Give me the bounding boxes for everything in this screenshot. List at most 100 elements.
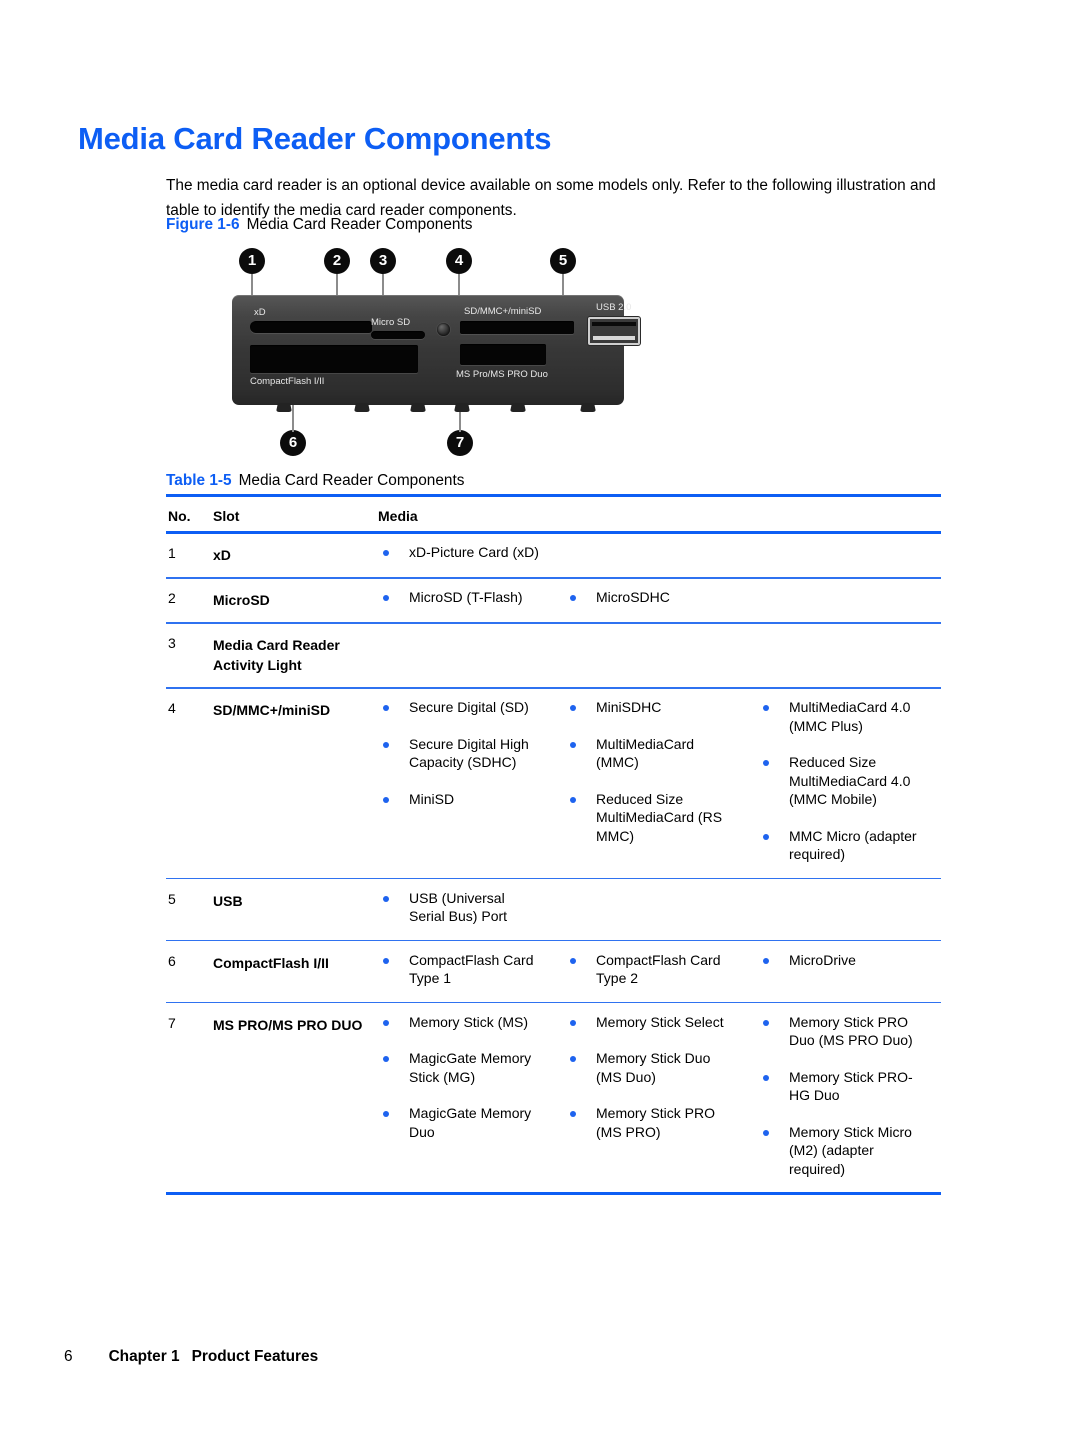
bullet-icon (383, 550, 389, 556)
table-cell-no: 1 (168, 545, 176, 561)
table-media-column: MicroSDHC (565, 588, 730, 625)
table-cell-slot: Media Card Reader Activity Light (213, 637, 340, 673)
table-cell-slot: SD/MMC+/miniSD (213, 702, 331, 718)
table-media-item-label: Reduced Size MultiMediaCard (RS MMC) (596, 790, 723, 844)
table-media-item-label: Memory Stick Duo (MS Duo) (596, 1050, 711, 1085)
bullet-icon (570, 595, 576, 601)
footer-page-number: 6 (64, 1348, 73, 1365)
table-media-item-label: Memory Stick (MS) (409, 1013, 528, 1030)
table-media-item-label: USB (Universal Serial Bus) Port (409, 889, 508, 925)
table-media-column: MicroSD (T-Flash) (378, 588, 543, 625)
card-reader-device: xD Micro SD SD/MMC+/miniSD USB 2.0 Compa… (232, 295, 640, 412)
table-header-rule (166, 531, 941, 534)
table-media-item-label: Reduced Size MultiMediaCard 4.0 (MMC Mob… (789, 754, 911, 807)
table-media-item: Memory Stick PRO-HG Duo (758, 1068, 923, 1105)
device-label-ms-pro: MS Pro/MS PRO Duo (456, 369, 548, 380)
bullet-icon (763, 957, 769, 964)
device-label-usb: USB 2.0 (596, 302, 632, 313)
table-media-item-label: MiniSDHC (596, 699, 662, 715)
activity-light-led (437, 323, 450, 336)
table-media-item: Reduced Size MultiMediaCard (RS MMC) (565, 790, 730, 846)
figure-label: Figure 1-6 (166, 216, 240, 233)
bullet-icon (570, 796, 576, 803)
table-cell-no: 2 (168, 590, 176, 606)
table-row-rule (166, 877, 941, 880)
figure-caption: Figure 1-6 Media Card Reader Components (166, 216, 472, 234)
table-media-item-label: CompactFlash Card Type 1 (409, 951, 534, 987)
table-media-column: MultiMediaCard 4.0 (MMC Plus) Reduced Siz… (758, 698, 923, 882)
bullet-icon (570, 705, 576, 711)
bullet-icon (570, 1111, 576, 1117)
footer-chapter: Chapter 1 (108, 1348, 180, 1365)
table-cell-no: 4 (168, 700, 176, 716)
bullet-icon (383, 895, 389, 902)
table-row-rule (166, 1001, 941, 1004)
footer-chapter-title: Product Features (191, 1348, 319, 1365)
callout-5: 5 (550, 248, 576, 274)
table-bottom-rule (166, 1192, 941, 1195)
table-media-item-label: Secure Digital (SD) (409, 699, 529, 715)
callout-2: 2 (324, 248, 350, 274)
compactflash-slot (250, 345, 418, 373)
table-row-rule (166, 939, 941, 942)
callout-4: 4 (446, 248, 472, 274)
table-media-item: Memory Stick Micro (M2) (adapter require… (758, 1123, 923, 1179)
document-page: Media Card Reader Components The media c… (0, 0, 1080, 1437)
table-media-item-label: MultiMediaCard (MMC) (596, 735, 695, 771)
table-media-item-label: MultiMediaCard 4.0 (MMC Plus) (789, 699, 911, 734)
bullet-icon (383, 1111, 389, 1117)
bullet-icon (570, 741, 576, 748)
table-media-column: MiniSDHC MultiMediaCard (MMC) Reduced Size… (565, 698, 730, 863)
ms-pro-slot (460, 344, 546, 365)
bullet-icon (383, 1056, 389, 1062)
sd-mmc-minisd-slot (460, 321, 574, 334)
table-cell-no: 7 (168, 1014, 176, 1031)
device-foot (580, 403, 596, 412)
table-media-item: MicroSDHC (565, 588, 730, 607)
bullet-icon (763, 760, 769, 766)
table-cell-slot: MS PRO/MS PRO DUO (213, 1016, 363, 1033)
table-cell-no: 6 (168, 952, 176, 969)
table-media-item: MMC Micro (adapter required) (758, 827, 923, 864)
bullet-icon (383, 957, 389, 964)
table-media-item-label: MiniSD (409, 790, 455, 807)
bullet-icon (570, 957, 576, 964)
bullet-icon (763, 1074, 769, 1081)
table-media-item: Memory Stick PRO (MS PRO) (565, 1104, 730, 1141)
table-media-item: Secure Digital (SD) (378, 698, 543, 717)
callout-7: 7 (447, 430, 473, 456)
bullet-icon (383, 1019, 389, 1026)
table-row-rule (166, 622, 941, 624)
device-foot (410, 403, 426, 412)
table-caption: Table 1-5 Media Card Reader Components (166, 472, 464, 490)
table-media-item-label: Secure Digital High Capacity (SDHC) (409, 735, 529, 771)
table-media-item: MagicGate Memory Stick (MG) (378, 1049, 543, 1086)
table-row-rule (166, 577, 941, 579)
table-media-item-label: CompactFlash Card Type 2 (596, 951, 721, 987)
table-media-item: USB (Universal Serial Bus) Port (378, 889, 543, 926)
bullet-icon (570, 1019, 576, 1026)
table-cell-slot: MicroSD (213, 592, 270, 608)
table-cell-no: 3 (168, 635, 176, 651)
bullet-icon (570, 1056, 576, 1062)
table-media-item-label: Memory Stick Micro (M2) (adapter require… (789, 1123, 912, 1177)
table-media-item: Secure Digital High Capacity (SDHC) (378, 735, 543, 772)
table-media-item: MicroSD (T-Flash) (378, 588, 543, 607)
page-title: Media Card Reader Components (78, 120, 552, 156)
bullet-icon (383, 705, 389, 711)
device-label-compactflash: CompactFlash I/II (250, 376, 325, 387)
figure-caption-text: Media Card Reader Components (246, 216, 473, 233)
bullet-icon (383, 595, 389, 601)
bullet-icon (763, 833, 769, 840)
table-media-item-label: Memory Stick PRO Duo (MS PRO Duo) (789, 1013, 913, 1049)
table-media-item-label: Memory Stick PRO-HG Duo (789, 1068, 913, 1104)
table-media-item: Memory Stick Select (565, 1013, 730, 1032)
device-foot (354, 403, 370, 412)
table-cell-slot: CompactFlash I/II (213, 954, 329, 971)
table-media-item-label: Memory Stick PRO (MS PRO) (596, 1105, 716, 1140)
table-header-media: Media (378, 508, 418, 524)
table-media-column: Memory Stick PRO Duo (MS PRO Duo) Memory … (758, 1013, 923, 1197)
table-label: Table 1-5 (166, 472, 232, 489)
callout-3: 3 (370, 248, 396, 274)
table-media-item-label: MMC Micro (adapter required) (789, 827, 917, 863)
